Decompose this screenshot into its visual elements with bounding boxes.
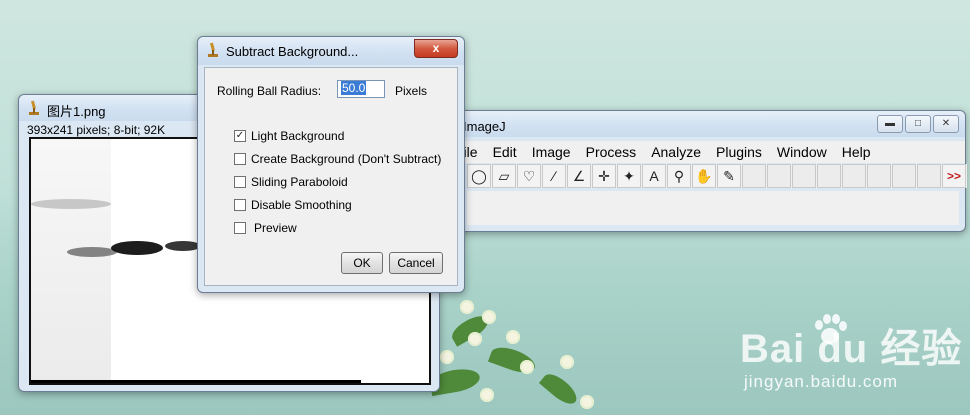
- freehand-tool-icon[interactable]: ♡: [517, 164, 541, 188]
- magnifier-tool-icon[interactable]: ⚲: [667, 164, 691, 188]
- oval-tool-icon[interactable]: ◯: [467, 164, 491, 188]
- dropper-tool-icon[interactable]: ✎: [717, 164, 741, 188]
- checkbox-disable-smoothing[interactable]: [234, 199, 246, 211]
- option-label: Sliding Paraboloid: [251, 175, 348, 189]
- radius-units-label: Pixels: [395, 84, 428, 98]
- checkbox-light-background[interactable]: ✓: [234, 130, 246, 142]
- option-label: Preview: [254, 221, 297, 235]
- hand-tool-icon[interactable]: ✋: [692, 164, 716, 188]
- status-bar: [467, 191, 959, 225]
- empty-tool-slot[interactable]: [892, 164, 916, 188]
- radius-value: 50.0: [341, 81, 367, 95]
- polygon-tool-icon[interactable]: ▱: [492, 164, 516, 188]
- option-label: Disable Smoothing: [251, 198, 352, 212]
- wand-tool-icon[interactable]: ✦: [617, 164, 641, 188]
- checkbox-sliding-paraboloid[interactable]: [234, 176, 246, 188]
- caption-buttons: ▬ □ ✕: [877, 115, 959, 133]
- point-tool-icon[interactable]: ✛: [592, 164, 616, 188]
- menubar: File Edit Image Process Analyze Plugins …: [439, 141, 965, 163]
- option-create-background[interactable]: Create Background (Don't Subtract): [234, 152, 441, 166]
- minimize-button[interactable]: ▬: [877, 115, 903, 133]
- menu-window[interactable]: Window: [777, 144, 827, 160]
- dialog-titlebar[interactable]: Subtract Background... x: [198, 37, 464, 65]
- empty-tool-slot[interactable]: [867, 164, 891, 188]
- image-info: 393x241 pixels; 8-bit; 92K: [27, 123, 166, 137]
- option-sliding-paraboloid[interactable]: Sliding Paraboloid: [234, 175, 348, 189]
- option-label: Create Background (Don't Subtract): [251, 152, 442, 166]
- line-tool-icon[interactable]: ∕: [542, 164, 566, 188]
- menu-image[interactable]: Image: [532, 144, 571, 160]
- maximize-button[interactable]: □: [905, 115, 931, 133]
- imagej-titlebar[interactable]: ImageJ ▬ □ ✕: [439, 111, 965, 137]
- dialog-body: Rolling Ball Radius: 50.0 Pixels ✓ Light…: [204, 67, 458, 286]
- empty-tool-slot[interactable]: [742, 164, 766, 188]
- rolling-ball-radius-label: Rolling Ball Radius:: [217, 84, 322, 98]
- menu-help[interactable]: Help: [842, 144, 871, 160]
- microscope-icon: [208, 42, 218, 57]
- imagej-window[interactable]: ImageJ ▬ □ ✕ File Edit Image Process Ana…: [438, 110, 967, 232]
- image-window-title: 图片1.png: [47, 104, 106, 119]
- option-label: Light Background: [251, 129, 345, 143]
- more-tools-button[interactable]: >>: [942, 164, 966, 188]
- rolling-ball-radius-input[interactable]: 50.0: [337, 80, 385, 98]
- option-disable-smoothing[interactable]: Disable Smoothing: [234, 198, 352, 212]
- menu-analyze[interactable]: Analyze: [651, 144, 701, 160]
- option-light-background[interactable]: ✓ Light Background: [234, 129, 344, 143]
- microscope-icon: [29, 100, 39, 115]
- toolbar: ◯ ▱ ♡ ∕ ∠ ✛ ✦ A ⚲ ✋ ✎ >>: [467, 164, 967, 188]
- checkbox-create-background[interactable]: [234, 153, 246, 165]
- cancel-button[interactable]: Cancel: [389, 252, 443, 274]
- option-preview[interactable]: Preview: [234, 221, 297, 235]
- dialog-title: Subtract Background...: [226, 44, 359, 59]
- empty-tool-slot[interactable]: [817, 164, 841, 188]
- close-button[interactable]: ✕: [933, 115, 959, 133]
- menu-plugins[interactable]: Plugins: [716, 144, 762, 160]
- menu-edit[interactable]: Edit: [493, 144, 517, 160]
- empty-tool-slot[interactable]: [792, 164, 816, 188]
- more-tools-label: >>: [946, 169, 961, 183]
- paw-icon: [815, 314, 847, 344]
- text-tool-icon[interactable]: A: [642, 164, 666, 188]
- empty-tool-slot[interactable]: [842, 164, 866, 188]
- empty-tool-slot[interactable]: [917, 164, 941, 188]
- ok-button[interactable]: OK: [341, 252, 383, 274]
- watermark-main: Bai du 经验: [740, 327, 963, 371]
- dialog-close-button[interactable]: x: [414, 39, 458, 58]
- empty-tool-slot[interactable]: [767, 164, 791, 188]
- checkbox-preview[interactable]: [234, 222, 246, 234]
- watermark-url: jingyan.baidu.com: [744, 372, 899, 391]
- menu-process[interactable]: Process: [586, 144, 637, 160]
- subtract-background-dialog[interactable]: Subtract Background... x Rolling Ball Ra…: [197, 36, 465, 293]
- baidu-watermark: Bai du 经验 jingyan.baidu.com: [740, 310, 965, 410]
- imagej-title: ImageJ: [463, 119, 506, 134]
- angle-tool-icon[interactable]: ∠: [567, 164, 591, 188]
